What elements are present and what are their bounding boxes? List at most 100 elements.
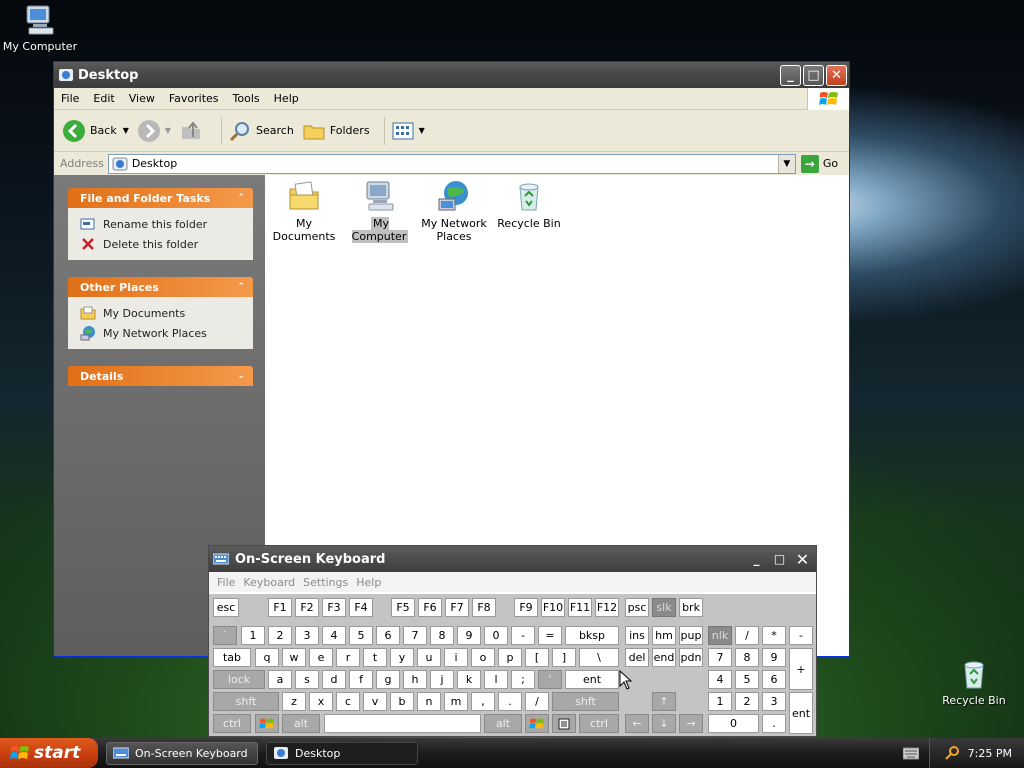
key-quote[interactable]: '	[538, 670, 562, 689]
osk-close-button[interactable]: ✕	[793, 550, 812, 569]
key-2[interactable]: 2	[268, 626, 292, 645]
address-dropdown-icon[interactable]: ▼	[777, 154, 795, 173]
key-windows[interactable]	[255, 714, 279, 733]
key-f5[interactable]: F5	[391, 598, 415, 617]
osk-maximize-button[interactable]: □	[770, 550, 789, 569]
key-shift-right[interactable]: shft	[552, 692, 619, 711]
menu-favorites[interactable]: Favorites	[162, 92, 226, 105]
key-d[interactable]: d	[322, 670, 346, 689]
delete-folder-link[interactable]: Delete this folder	[80, 234, 243, 254]
rename-folder-link[interactable]: Rename this folder	[80, 214, 243, 234]
key-num-3[interactable]: 3	[762, 692, 786, 711]
key-semicolon[interactable]: ;	[511, 670, 535, 689]
key-ins[interactable]: ins	[625, 626, 649, 645]
key-pagedown[interactable]: pdn	[679, 648, 703, 667]
key-menu[interactable]	[552, 714, 576, 733]
key-num-4[interactable]: 4	[708, 670, 732, 689]
key-p[interactable]: p	[498, 648, 522, 667]
forward-button[interactable]: ▼	[137, 119, 171, 143]
key-num-5[interactable]: 5	[735, 670, 759, 689]
key-num-9[interactable]: 9	[762, 648, 786, 667]
menu-view[interactable]: View	[122, 92, 162, 105]
osk-menu-keyboard[interactable]: Keyboard	[239, 576, 299, 589]
my-documents-link[interactable]: My Documents	[80, 303, 243, 323]
key-f6[interactable]: F6	[418, 598, 442, 617]
key-period[interactable]: .	[498, 692, 522, 711]
key-brk[interactable]: brk	[679, 598, 703, 617]
key-f9[interactable]: F9	[514, 598, 538, 617]
file-item-my-network-places[interactable]: My Network Places	[415, 179, 493, 243]
key-shift-left[interactable]: shft	[213, 692, 279, 711]
osk-minimize-button[interactable]: _	[747, 550, 766, 569]
menu-edit[interactable]: Edit	[86, 92, 121, 105]
key-num-minus[interactable]: -	[789, 626, 813, 645]
key-v[interactable]: v	[363, 692, 387, 711]
key-right-bracket[interactable]: ]	[552, 648, 576, 667]
back-dropdown-icon[interactable]: ▼	[123, 126, 129, 135]
key-f1[interactable]: F1	[268, 598, 292, 617]
key-enter[interactable]: ent	[565, 670, 619, 689]
key-backtick[interactable]: `	[213, 626, 237, 645]
key-7[interactable]: 7	[403, 626, 427, 645]
taskbar-item-osk[interactable]: On-Screen Keyboard	[106, 741, 258, 765]
key-o[interactable]: o	[471, 648, 495, 667]
panel-header[interactable]: Details ⌄	[68, 366, 253, 386]
key-f2[interactable]: F2	[295, 598, 319, 617]
file-item-my-computer[interactable]: My Computer	[341, 179, 419, 243]
key-f7[interactable]: F7	[445, 598, 469, 617]
close-button[interactable]: ✕	[826, 64, 847, 86]
key-num-slash[interactable]: /	[735, 626, 759, 645]
key-5[interactable]: 5	[349, 626, 373, 645]
key-g[interactable]: g	[376, 670, 400, 689]
key-num-2[interactable]: 2	[735, 692, 759, 711]
key-capslock[interactable]: lock	[213, 670, 265, 689]
up-button[interactable]	[179, 119, 207, 143]
key-num-star[interactable]: *	[762, 626, 786, 645]
desktop-recycle-bin[interactable]: Recycle Bin	[934, 657, 1014, 707]
menu-tools[interactable]: Tools	[226, 92, 267, 105]
key-num-8[interactable]: 8	[735, 648, 759, 667]
key-num-dot[interactable]: .	[762, 714, 786, 733]
key-f8[interactable]: F8	[472, 598, 496, 617]
key-4[interactable]: 4	[322, 626, 346, 645]
key-left-bracket[interactable]: [	[525, 648, 549, 667]
key-ctrl-left[interactable]: ctrl	[213, 714, 251, 733]
osk-menu-help[interactable]: Help	[352, 576, 385, 589]
key-alt-right[interactable]: alt	[484, 714, 522, 733]
key-num-plus[interactable]: +	[789, 648, 813, 690]
key-t[interactable]: t	[363, 648, 387, 667]
back-button[interactable]: Back ▼	[62, 119, 129, 143]
desktop-my-computer[interactable]: My Computer	[0, 3, 80, 53]
key-3[interactable]: 3	[295, 626, 319, 645]
key-home[interactable]: hm	[652, 626, 676, 645]
key-num-0[interactable]: 0	[708, 714, 759, 733]
search-tray-icon[interactable]	[944, 745, 960, 761]
key-b[interactable]: b	[390, 692, 414, 711]
key-backslash[interactable]: \	[579, 648, 619, 667]
key-0[interactable]: 0	[484, 626, 508, 645]
keyboard-tray-icon[interactable]	[903, 746, 919, 760]
key-1[interactable]: 1	[241, 626, 265, 645]
panel-header[interactable]: File and Folder Tasks ⌃	[68, 188, 253, 208]
file-item-my-documents[interactable]: My Documents	[265, 179, 343, 243]
key-equals[interactable]: =	[538, 626, 562, 645]
clock[interactable]: 7:25 PM	[968, 747, 1012, 760]
key-minus[interactable]: -	[511, 626, 535, 645]
key-q[interactable]: q	[255, 648, 279, 667]
search-button[interactable]: Search	[228, 119, 294, 143]
key-space[interactable]	[324, 714, 481, 733]
key-f[interactable]: f	[349, 670, 373, 689]
key-w[interactable]: w	[282, 648, 306, 667]
key-ctrl-right[interactable]: ctrl	[579, 714, 619, 733]
key-l[interactable]: l	[484, 670, 508, 689]
taskbar-item-desktop[interactable]: Desktop	[266, 741, 418, 765]
key-num-1[interactable]: 1	[708, 692, 732, 711]
key-k[interactable]: k	[457, 670, 481, 689]
key-slk[interactable]: slk	[652, 598, 676, 617]
key-m[interactable]: m	[444, 692, 468, 711]
expand-chevron-icon[interactable]: ⌄	[237, 371, 245, 381]
key-n[interactable]: n	[417, 692, 441, 711]
key-num-enter[interactable]: ent	[789, 692, 813, 734]
key-num-7[interactable]: 7	[708, 648, 732, 667]
osk-titlebar[interactable]: On-Screen Keyboard _ □ ✕	[209, 546, 816, 572]
